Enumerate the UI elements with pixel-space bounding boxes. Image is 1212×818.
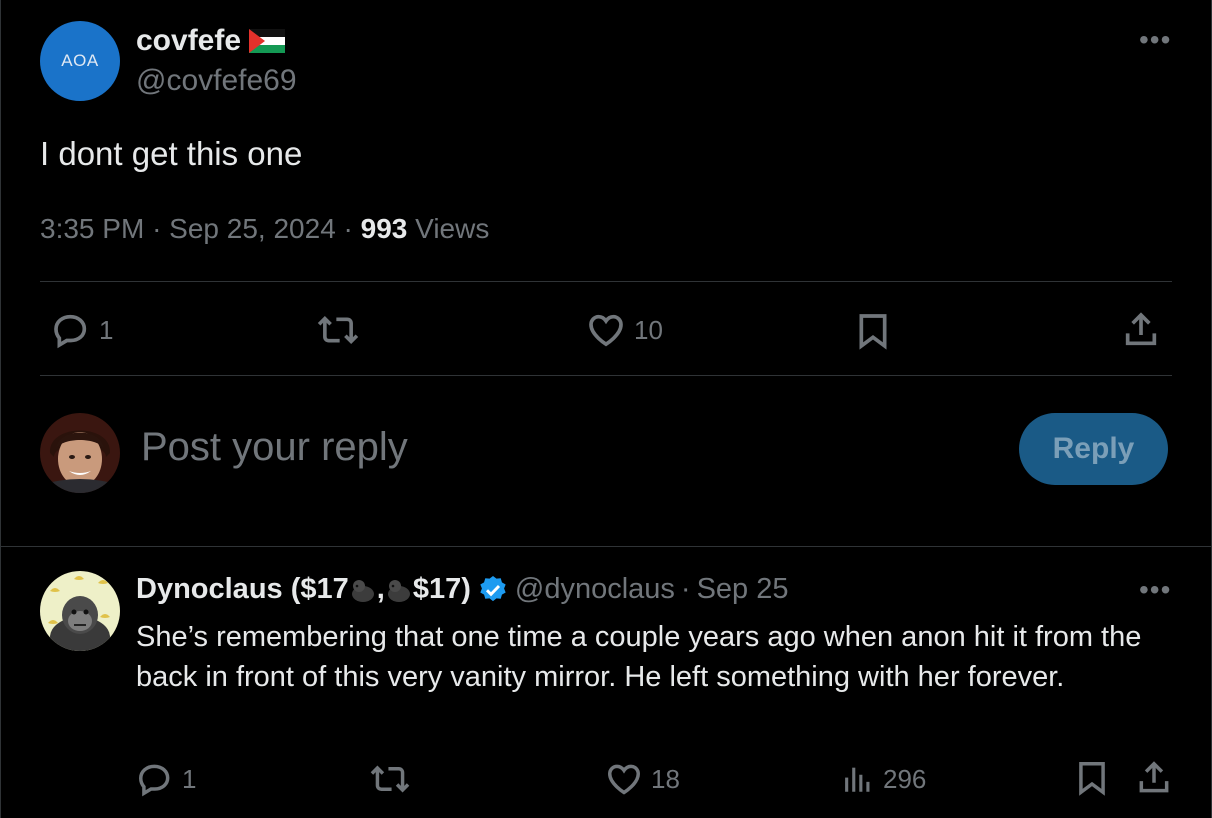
reply-icon (139, 764, 170, 797)
reply-icon (54, 314, 87, 349)
views-label: Views (415, 213, 490, 244)
reply-like-count: 18 (651, 763, 680, 794)
reply-input[interactable]: Post your reply (141, 425, 408, 470)
reply-date[interactable]: Sep 25 (697, 573, 789, 606)
bookmark-icon (1079, 762, 1105, 796)
repost-icon (370, 765, 410, 793)
author-handle[interactable]: @covfefe69 (136, 64, 297, 98)
author-name-row[interactable]: covfefe (136, 24, 286, 58)
reply-name-text: Dynoclaus ($17 (136, 573, 349, 605)
reply-button[interactable]: Reply (1019, 413, 1168, 485)
reply-reply-count: 1 (182, 763, 197, 794)
bookmark-icon (859, 314, 887, 350)
divider (40, 281, 1172, 282)
reply-display-name[interactable]: Dynoclaus ($17, $17) (136, 573, 471, 606)
user-photo (40, 413, 120, 493)
reply-like-action[interactable]: 18 (605, 760, 680, 798)
reply-count: 1 (99, 314, 114, 345)
reply-bookmark-action[interactable] (1073, 758, 1111, 798)
views-count: 993 (360, 213, 408, 244)
heart-icon (589, 314, 623, 347)
avatar-text: AOA (61, 51, 99, 70)
reply-share-action[interactable] (1135, 758, 1173, 798)
post-date[interactable]: Sep 25, 2024 (169, 213, 336, 244)
reply-handle[interactable]: @dynoclaus (515, 573, 675, 606)
tweet-thread: AOA covfefe @covfefe69 ••• I dont get th… (0, 0, 1212, 818)
reply-repost-action[interactable] (368, 760, 412, 798)
meta-separator: · (680, 573, 691, 605)
reply-text: She’s remembering that one time a couple… (136, 621, 1142, 693)
post-time[interactable]: 3:35 PM (40, 213, 144, 244)
divider (40, 375, 1172, 376)
share-icon (1125, 312, 1157, 346)
meta-separator: · (152, 213, 162, 244)
post-meta: 3:35 PM · Sep 25, 2024 · 993 Views (40, 213, 489, 245)
gorilla-avatar-image (40, 571, 120, 651)
reply-name-text: , (376, 573, 385, 605)
bookmark-action[interactable] (853, 310, 893, 352)
heart-icon (608, 764, 640, 795)
palestine-flag-icon (249, 29, 286, 53)
reply-reply-action[interactable]: 1 (136, 760, 196, 798)
current-user-avatar[interactable] (40, 413, 120, 493)
meta-separator: · (343, 213, 353, 244)
reply-author-avatar[interactable] (40, 571, 120, 651)
like-action[interactable]: 10 (586, 310, 663, 350)
more-options-icon[interactable]: ••• (1139, 24, 1171, 56)
reply-name-text: $17) (412, 573, 471, 605)
reply-header: Dynoclaus ($17, $17) @dynoclaus · Sep 25 (136, 573, 789, 606)
reply-action[interactable]: 1 (51, 310, 113, 350)
reply-view-count: 296 (883, 763, 927, 794)
verified-badge-icon[interactable] (477, 574, 509, 606)
gorilla-emoji-icon (349, 576, 377, 604)
author-avatar[interactable]: AOA (40, 21, 120, 101)
author-display-name[interactable]: covfefe (136, 24, 241, 58)
repost-icon (317, 315, 359, 345)
share-action[interactable] (1121, 309, 1161, 351)
repost-action[interactable] (315, 310, 369, 350)
reply-more-options-icon[interactable]: ••• (1139, 574, 1171, 606)
post-text: I dont get this one (40, 135, 303, 172)
divider (1, 546, 1212, 547)
reply-views-action[interactable]: 296 (841, 760, 926, 798)
analytics-icon (845, 767, 870, 792)
share-icon (1139, 761, 1169, 793)
gorilla-emoji-icon (385, 576, 413, 604)
like-count: 10 (634, 314, 663, 345)
